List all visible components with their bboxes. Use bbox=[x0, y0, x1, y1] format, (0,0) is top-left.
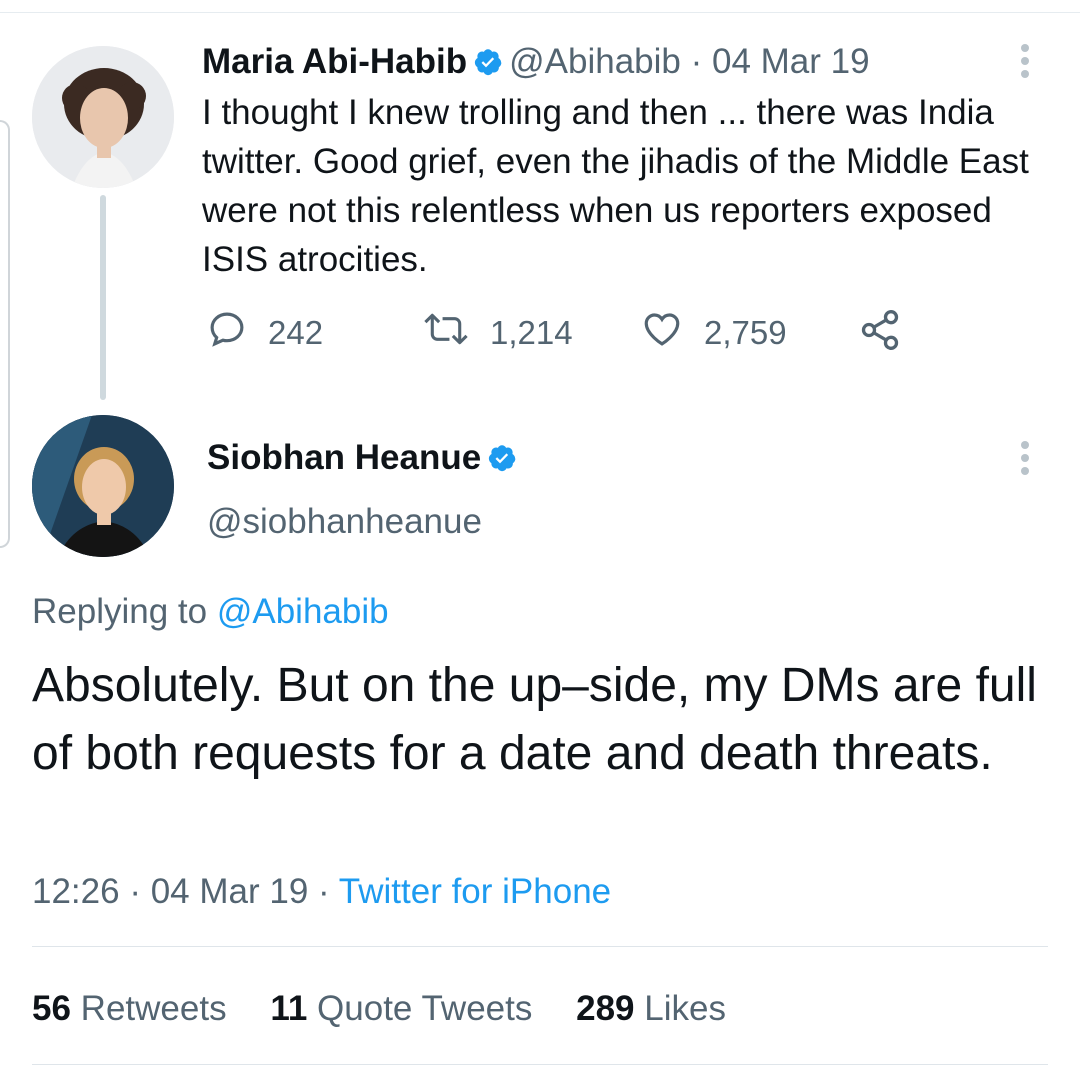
retweet-action[interactable]: 1,214 bbox=[422, 308, 573, 358]
tweet1-text: I thought I knew trolling and then ... t… bbox=[202, 93, 1029, 279]
more-options-icon[interactable] bbox=[1021, 44, 1031, 83]
like-action[interactable]: 2,759 bbox=[640, 308, 787, 358]
retweet-icon bbox=[422, 308, 490, 358]
share-icon bbox=[858, 308, 922, 360]
tweet1-date[interactable]: 04 Mar 19 bbox=[712, 42, 870, 81]
tweet2-author-name: Siobhan Heanue bbox=[207, 436, 523, 484]
reply-icon bbox=[206, 308, 268, 358]
meta-separator: · bbox=[308, 872, 339, 911]
likes-stat[interactable]: 289 Likes bbox=[576, 989, 726, 1028]
tweet2-text: Absolutely. But on the up–side, my DMs a… bbox=[32, 659, 1037, 780]
thread-connector bbox=[100, 195, 106, 400]
tweet2-date: 04 Mar 19 bbox=[150, 872, 309, 911]
verified-badge-icon bbox=[487, 440, 517, 484]
replying-to: Replying to @Abihabib bbox=[32, 590, 389, 634]
tweet1-separator: · bbox=[680, 42, 712, 81]
replying-to-link[interactable]: @Abihabib bbox=[217, 592, 389, 631]
tweet1-header: Maria Abi-Habib @Abihabib · 04 Mar 19 bbox=[202, 40, 870, 88]
tweet2-handle[interactable]: @siobhanheanue bbox=[207, 500, 482, 544]
meta-separator: · bbox=[119, 872, 151, 911]
avatar-maria[interactable] bbox=[32, 46, 174, 188]
avatar-siobhan[interactable] bbox=[32, 415, 174, 557]
left-edge-frame bbox=[0, 120, 10, 548]
divider bbox=[32, 946, 1048, 947]
quote-tweets-count: 11 bbox=[270, 989, 308, 1028]
quote-tweets-stat[interactable]: 11 Quote Tweets bbox=[270, 989, 532, 1028]
divider bbox=[32, 1064, 1048, 1065]
more-options-icon[interactable] bbox=[1021, 441, 1031, 480]
share-action[interactable] bbox=[858, 308, 922, 360]
replying-prefix: Replying to bbox=[32, 592, 217, 631]
like-count: 2,759 bbox=[704, 314, 787, 351]
like-icon bbox=[640, 308, 704, 358]
tweet2-source-link[interactable]: Twitter for iPhone bbox=[339, 872, 611, 911]
tweet1-author-name[interactable]: Maria Abi-Habib bbox=[202, 42, 467, 81]
tweet2-time: 12:26 bbox=[32, 872, 120, 911]
retweets-label: Retweets bbox=[80, 989, 227, 1028]
reply-count: 242 bbox=[268, 314, 324, 351]
likes-label: Likes bbox=[644, 989, 726, 1028]
tweet2-author-name-text[interactable]: Siobhan Heanue bbox=[207, 438, 481, 477]
retweets-stat[interactable]: 56 Retweets bbox=[32, 989, 227, 1028]
quote-tweets-label: Quote Tweets bbox=[317, 989, 533, 1028]
likes-count: 289 bbox=[576, 989, 635, 1028]
tweet2-meta: 12:26 · 04 Mar 19 · Twitter for iPhone bbox=[32, 870, 611, 914]
retweet-count: 1,214 bbox=[490, 314, 573, 351]
top-divider bbox=[0, 12, 1080, 13]
verified-badge-icon bbox=[473, 44, 503, 88]
reply-action[interactable]: 242 bbox=[206, 308, 323, 358]
tweet2-stats: 56 Retweets 11 Quote Tweets 289 Likes bbox=[32, 987, 760, 1031]
retweets-count: 56 bbox=[32, 989, 71, 1028]
tweet1-handle[interactable]: @Abihabib bbox=[509, 42, 681, 81]
